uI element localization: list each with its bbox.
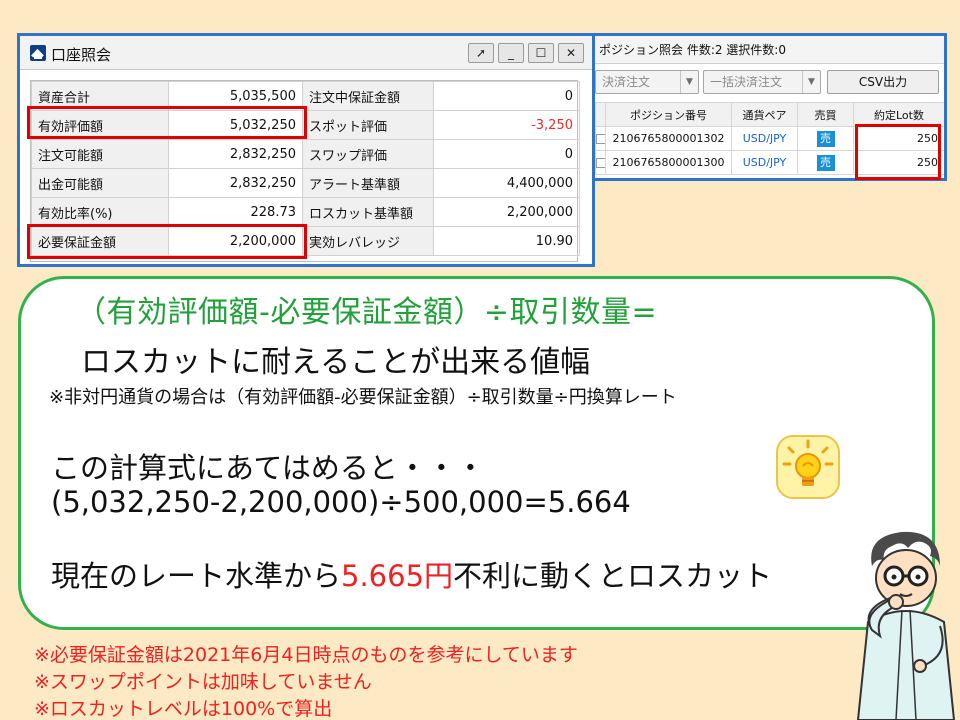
side-cell: 売 <box>797 150 854 175</box>
formula-title: （有効評価額-必要保証金額）÷取引数量= <box>76 295 658 330</box>
position-id: 2106765800001300 <box>605 150 732 175</box>
table-row: 有効評価額 5,032,250 スポット評価 -3,250 <box>31 110 580 140</box>
spot-valuation-label: スポット評価 <box>302 110 434 140</box>
chevron-down-icon: ▼ <box>680 71 698 93</box>
alert-threshold-value: 4,400,000 <box>433 168 580 198</box>
chevron-down-icon: ▼ <box>802 71 820 93</box>
order-margin-value: 0 <box>433 81 580 111</box>
lot-count: 250 <box>853 126 944 151</box>
effective-valuation-label: 有効評価額 <box>31 110 169 140</box>
orderable-amount-label: 注文可能額 <box>31 139 169 169</box>
bulk-settle-order-label: 一括決済注文 <box>710 75 783 89</box>
home-icon <box>30 45 46 61</box>
account-summary-table: 資産合計 5,035,500 注文中保証金額 0 有効評価額 5,032,250… <box>31 81 580 256</box>
table-row: 有効比率(%) 228.73 ロスカット基準額 2,200,000 <box>31 197 580 227</box>
total-assets-label: 資産合計 <box>31 81 169 111</box>
required-margin-value: 2,200,000 <box>168 226 303 256</box>
effective-leverage-label: 実効レバレッジ <box>302 226 434 256</box>
swap-valuation-label: スワップ評価 <box>302 139 434 169</box>
csv-output-button[interactable]: CSV出力 <box>827 70 939 94</box>
total-assets-value: 5,035,500 <box>168 81 303 111</box>
currency-pair: USD/JPY <box>731 126 798 151</box>
currency-pair: USD/JPY <box>731 150 798 175</box>
checkbox-icon <box>596 158 605 168</box>
row-checkbox[interactable] <box>595 126 606 151</box>
footnote-margin-date: ※必要保証金額は2021年6月4日時点のものを参考にしています <box>34 644 578 666</box>
swap-valuation-value: 0 <box>433 139 580 169</box>
settle-order-label: 決済注文 <box>602 75 651 89</box>
table-row: 資産合計 5,035,500 注文中保証金額 0 <box>31 81 580 111</box>
position-toolbar: 決済注文 ▼ 一括決済注文 ▼ CSV出力 <box>595 68 944 98</box>
result-text: 現在のレート水準から5.665円不利に動くとロスカット <box>51 553 772 595</box>
result-prefix: 現在のレート水準から <box>51 559 342 593</box>
footnote-losscut-level: ※ロスカットレベルは100%で算出 <box>34 698 333 720</box>
close-button[interactable]: ✕ <box>558 43 584 63</box>
non-yen-note: ※非対円通貨の場合は（有効評価額-必要保証金額）÷取引数量÷円換算レート <box>49 387 677 408</box>
settle-order-dropdown[interactable]: 決済注文 ▼ <box>595 70 699 94</box>
order-margin-label: 注文中保証金額 <box>302 81 434 111</box>
maximize-button[interactable]: ☐ <box>528 43 554 63</box>
sell-badge: 売 <box>816 154 835 171</box>
withdrawable-amount-value: 2,832,250 <box>168 168 303 198</box>
losscut-threshold-label: ロスカット基準額 <box>302 197 434 227</box>
position-id-header[interactable]: ポジション番号 <box>605 102 732 127</box>
minimize-button[interactable]: _ <box>498 43 524 63</box>
account-window: 口座照会 ➚ _ ☐ ✕ 資産合計 5,035,500 注文中保証金額 0 有効… <box>17 33 595 267</box>
formula-subtitle: ロスカットに耐えることが出来る値幅 <box>81 345 591 380</box>
scientist-character-icon <box>856 531 956 720</box>
result-suffix: 不利に動くとロスカット <box>453 559 773 593</box>
table-row: 出金可能額 2,832,250 アラート基準額 4,400,000 <box>31 168 580 198</box>
lot-count: 250 <box>853 150 944 175</box>
footnote-swap-point: ※スワップポイントは加味していません <box>34 671 372 693</box>
effective-leverage-value: 10.90 <box>433 226 580 256</box>
account-window-title: 口座照会 <box>51 46 112 64</box>
lots-header[interactable]: 約定Lot数 <box>853 102 944 127</box>
sell-badge: 売 <box>816 130 835 147</box>
table-row[interactable]: 2106765800001302 USD/JPY 売 250 <box>595 126 944 151</box>
orderable-amount-value: 2,832,250 <box>168 139 303 169</box>
account-window-titlebar[interactable]: 口座照会 ➚ _ ☐ ✕ <box>20 36 592 70</box>
account-summary: 資産合計 5,035,500 注文中保証金額 0 有効評価額 5,032,250… <box>30 80 580 262</box>
position-window: ポジション照会 件数:2 選択件数:0 決済注文 ▼ 一括決済注文 ▼ CSV出… <box>592 33 947 181</box>
checkbox-icon <box>596 134 605 144</box>
calculation-expression: (5,032,250-2,200,000)÷500,000=5.664 <box>51 485 631 519</box>
side-cell: 売 <box>797 126 854 151</box>
table-row[interactable]: 2106765800001300 USD/JPY 売 250 <box>595 150 944 175</box>
side-header[interactable]: 売買 <box>797 102 854 127</box>
alert-threshold-label: アラート基準額 <box>302 168 434 198</box>
currency-pair-header[interactable]: 通貨ペア <box>731 102 798 127</box>
withdrawable-amount-label: 出金可能額 <box>31 168 169 198</box>
select-column-header <box>595 102 606 127</box>
spot-valuation-value: -3,250 <box>433 110 580 140</box>
position-table: ポジション番号 通貨ペア 売買 約定Lot数 2106765800001302 … <box>595 102 944 175</box>
position-window-title: ポジション照会 件数:2 選択件数:0 <box>595 36 944 64</box>
calculation-intro: この計算式にあてはめると・・・ <box>51 451 485 485</box>
position-id: 2106765800001302 <box>605 126 732 151</box>
pin-button[interactable]: ➚ <box>468 43 494 63</box>
light-bulb-icon <box>776 435 840 499</box>
required-margin-label: 必要保証金額 <box>31 226 169 256</box>
effective-ratio-value: 228.73 <box>168 197 303 227</box>
table-row: 必要保証金額 2,200,000 実効レバレッジ 10.90 <box>31 226 580 256</box>
table-header-row: ポジション番号 通貨ペア 売買 約定Lot数 <box>595 102 944 127</box>
result-highlight: 5.665円 <box>341 559 454 593</box>
bulk-settle-order-dropdown[interactable]: 一括決済注文 ▼ <box>703 70 821 94</box>
table-row: 注文可能額 2,832,250 スワップ評価 0 <box>31 139 580 169</box>
effective-ratio-label: 有効比率(%) <box>31 197 169 227</box>
row-checkbox[interactable] <box>595 150 606 175</box>
losscut-threshold-value: 2,200,000 <box>433 197 580 227</box>
effective-valuation-value: 5,032,250 <box>168 110 303 140</box>
